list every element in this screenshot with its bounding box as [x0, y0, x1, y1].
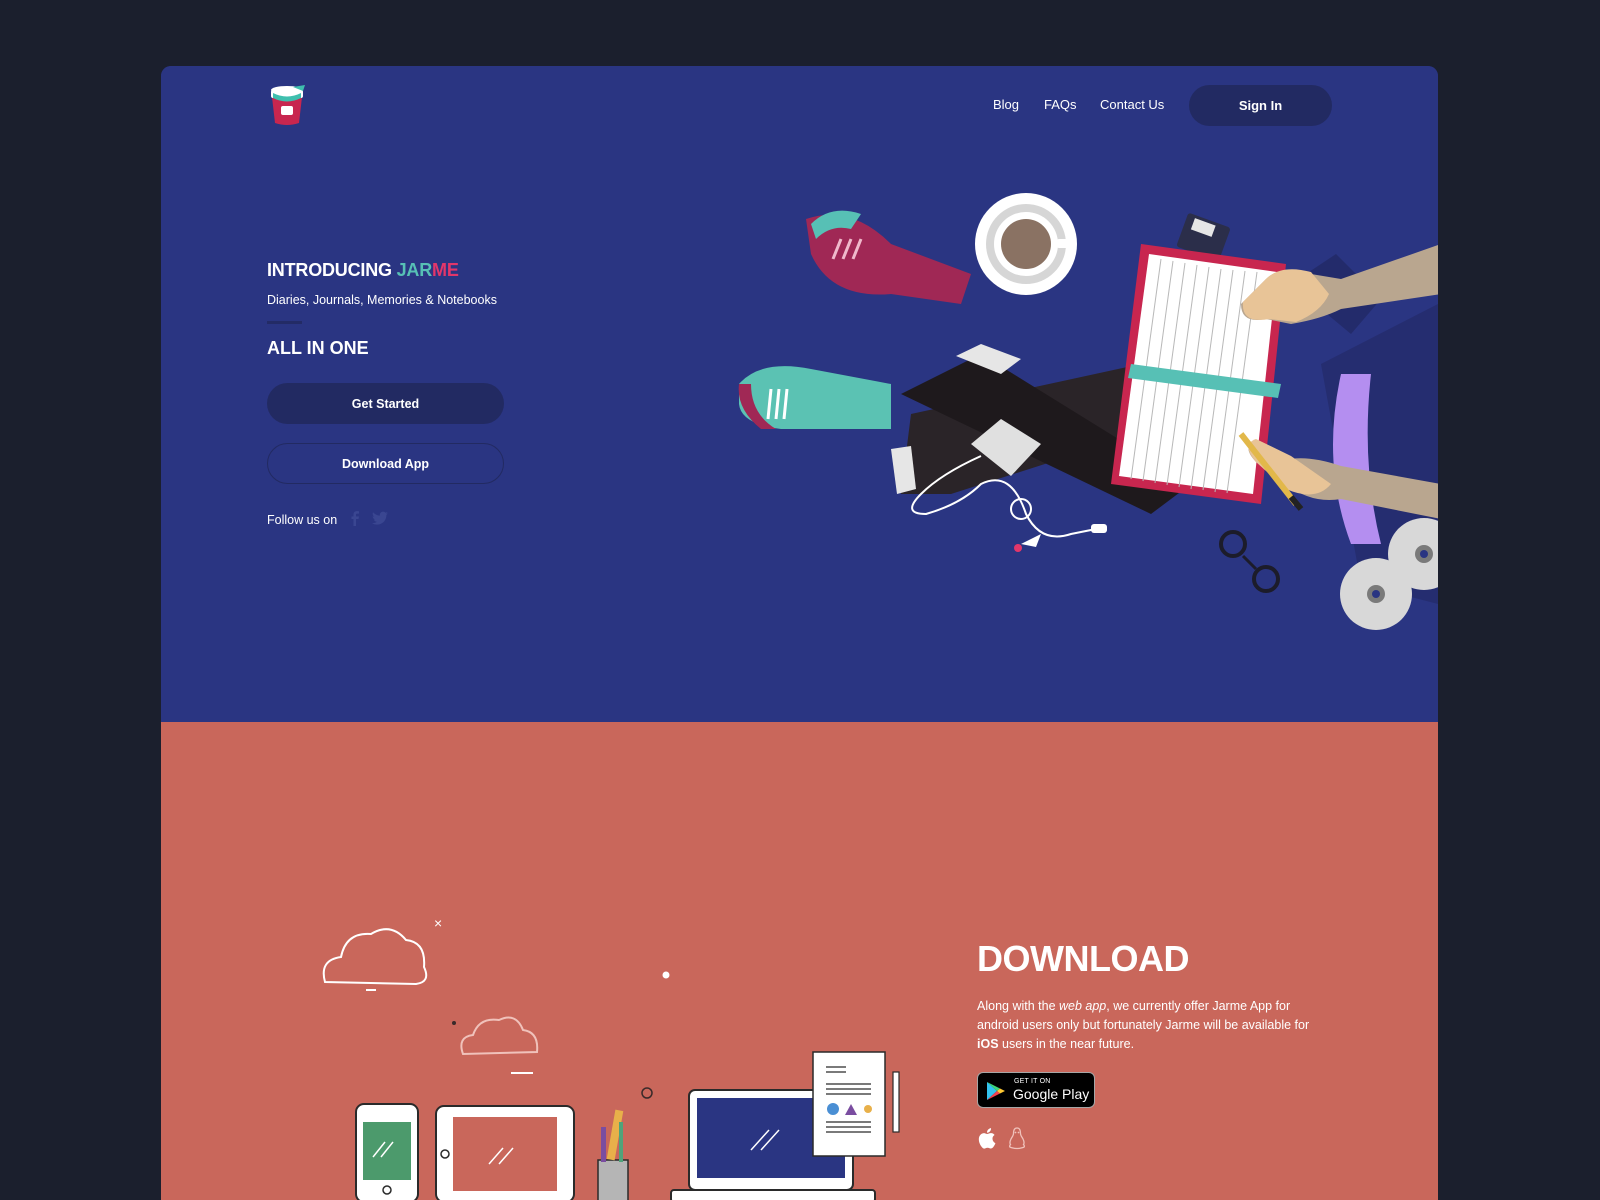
devices-cloud-illustration: ×	[322, 915, 900, 1200]
hero-title-brand-jar: JAR	[396, 260, 433, 280]
hero-tagline: ALL IN ONE	[267, 338, 369, 358]
hero-title: INTRODUCING JARME	[267, 260, 459, 281]
person-writing-in-notebook-illustration	[738, 193, 1438, 630]
jar-logo-icon[interactable]	[267, 83, 307, 127]
download-title: DOWNLOAD	[977, 938, 1189, 979]
hero-divider	[267, 321, 302, 324]
svg-text:×: ×	[434, 915, 442, 931]
nav-link-contact-us[interactable]: Contact Us	[1100, 97, 1164, 112]
browser-frame: Blog FAQs Contact Us Sign In INTRODUCING…	[161, 66, 1438, 1200]
nav-link-blog[interactable]: Blog	[993, 97, 1019, 112]
google-play-small-text: GET IT ON	[1014, 1078, 1051, 1085]
google-play-icon	[987, 1082, 1005, 1100]
linux-icon[interactable]	[1006, 1126, 1028, 1150]
hero-title-brand-me: ME	[432, 260, 459, 280]
hero-title-prefix: INTRODUCING	[267, 260, 397, 280]
hero-section: Blog FAQs Contact Us Sign In INTRODUCING…	[161, 66, 1438, 722]
download-section: × DOWNLOAD Along with the web app, we cu…	[161, 722, 1438, 1200]
get-started-button[interactable]: Get Started	[267, 383, 504, 424]
download-description: Along with the web app, we currently off…	[977, 997, 1322, 1054]
download-desc-part-1: Along with the	[977, 999, 1059, 1013]
apple-icon[interactable]	[977, 1126, 999, 1150]
download-desc-part-3: users in the near future.	[998, 1037, 1135, 1051]
facebook-icon[interactable]	[347, 509, 363, 527]
sign-in-button[interactable]: Sign In	[1189, 85, 1332, 126]
twitter-icon[interactable]	[371, 509, 389, 527]
nav-link-faqs[interactable]: FAQs	[1044, 97, 1077, 112]
google-play-badge[interactable]: GET IT ON Google Play	[977, 1072, 1095, 1108]
download-desc-ios: iOS	[977, 1037, 999, 1051]
download-desc-web-app: web app	[1059, 999, 1107, 1013]
hero-subtitle: Diaries, Journals, Memories & Notebooks	[267, 293, 497, 307]
follow-us-label: Follow us on	[267, 513, 338, 527]
google-play-big-text: Google Play	[1013, 1086, 1090, 1102]
download-app-button[interactable]: Download App	[267, 443, 504, 484]
